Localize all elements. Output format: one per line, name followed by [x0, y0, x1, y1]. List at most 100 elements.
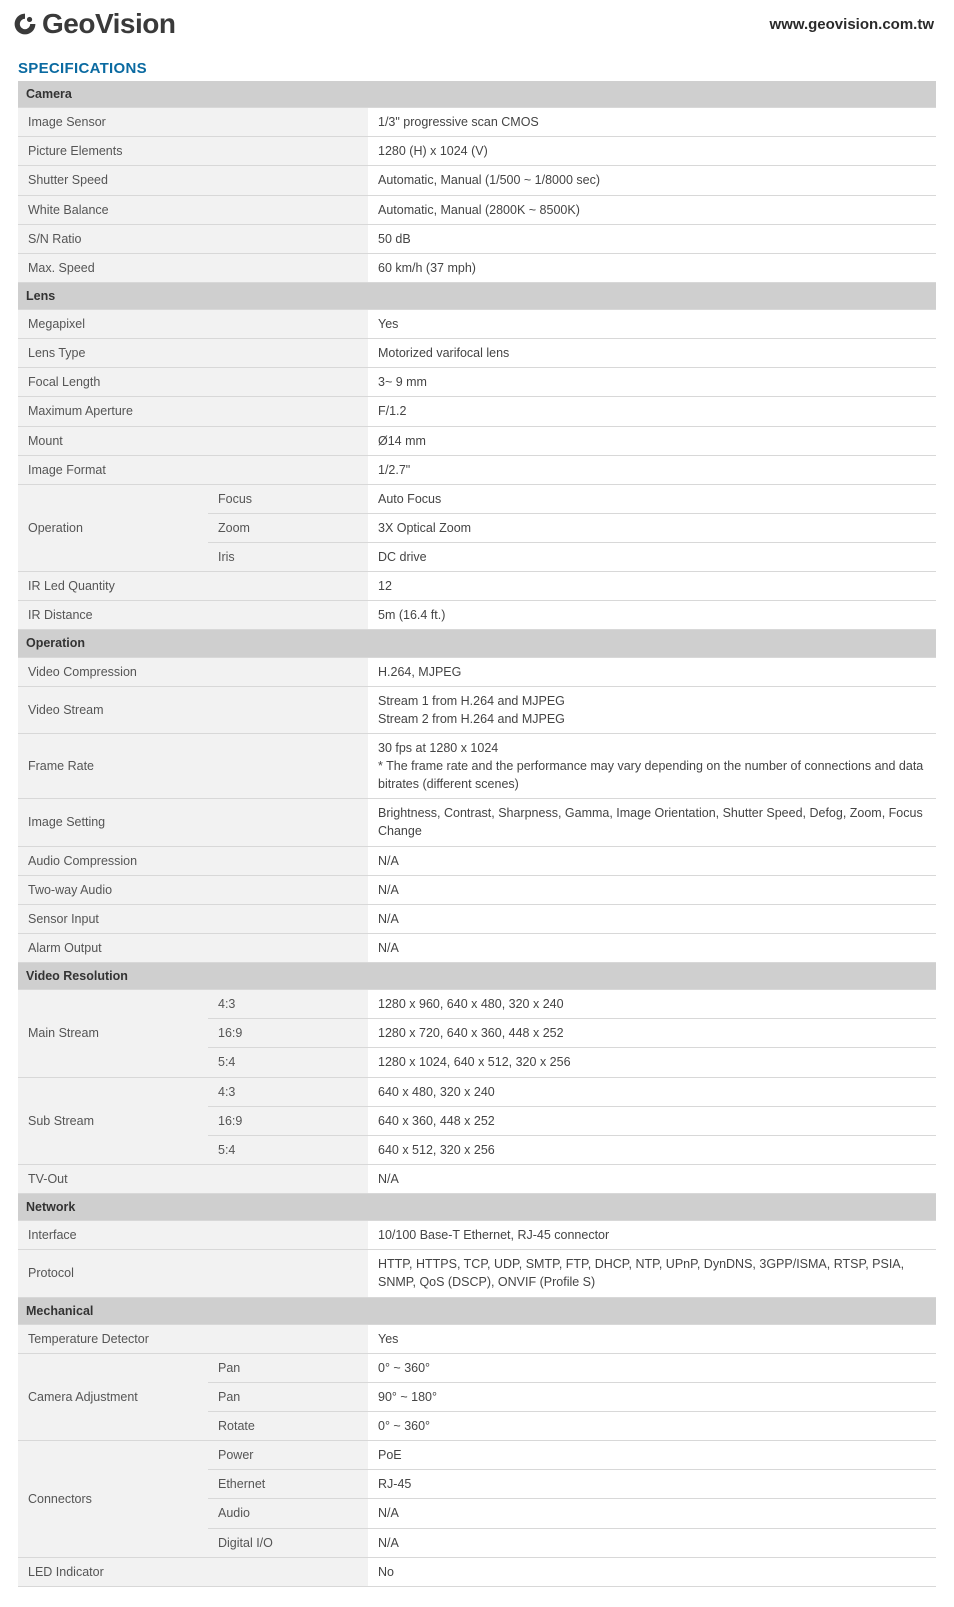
page-header: GeoVision www.geovision.com.tw	[0, 0, 954, 48]
spec-value: N/A	[368, 933, 936, 962]
spec-value: 1280 x 1024, 640 x 512, 320 x 256	[368, 1048, 936, 1077]
brand-logo: GeoVision	[12, 8, 175, 40]
spec-sublabel: 16:9	[208, 1019, 368, 1048]
table-row: Temperature DetectorYes	[18, 1324, 936, 1353]
spec-value: 0° ~ 360°	[368, 1412, 936, 1441]
spec-value: 1280 (H) x 1024 (V)	[368, 137, 936, 166]
spec-value: 90° ~ 180°	[368, 1382, 936, 1411]
spec-value: 5m (16.4 ft.)	[368, 601, 936, 630]
table-row: S/N Ratio50 dB	[18, 224, 936, 253]
spec-sublabel: 16:9	[208, 1106, 368, 1135]
spec-value: N/A	[368, 875, 936, 904]
table-row: Maximum ApertureF/1.2	[18, 397, 936, 426]
spec-value: No	[368, 1557, 936, 1586]
spec-label: Shutter Speed	[18, 166, 368, 195]
spec-value: 0° ~ 360°	[368, 1353, 936, 1382]
spec-label: LED Indicator	[18, 1557, 368, 1586]
table-row: Two-way AudioN/A	[18, 875, 936, 904]
section-lens-label: Lens	[18, 282, 936, 309]
table-row: Max. Speed60 km/h (37 mph)	[18, 253, 936, 282]
table-row: IR Led Quantity12	[18, 572, 936, 601]
spec-value: N/A	[368, 1499, 936, 1528]
spec-label: TV-Out	[18, 1164, 368, 1193]
spec-label: Picture Elements	[18, 137, 368, 166]
spec-label: Focal Length	[18, 368, 368, 397]
table-row: Shutter SpeedAutomatic, Manual (1/500 ~ …	[18, 166, 936, 195]
table-row: Video StreamStream 1 from H.264 and MJPE…	[18, 686, 936, 733]
section-mechanical-label: Mechanical	[18, 1297, 936, 1324]
section-mechanical: Mechanical	[18, 1297, 936, 1324]
spec-value: Automatic, Manual (1/500 ~ 1/8000 sec)	[368, 166, 936, 195]
spec-value: 50 dB	[368, 224, 936, 253]
spec-label: IR Led Quantity	[18, 572, 368, 601]
spec-label: Two-way Audio	[18, 875, 368, 904]
table-row: Camera AdjustmentPan0° ~ 360°	[18, 1353, 936, 1382]
spec-sublabel: Power	[208, 1441, 368, 1470]
spec-value: Yes	[368, 310, 936, 339]
spec-label: Camera Adjustment	[18, 1353, 208, 1440]
spec-label: Audio Compression	[18, 846, 368, 875]
spec-value: 3~ 9 mm	[368, 368, 936, 397]
spec-value: N/A	[368, 904, 936, 933]
spec-label: Mount	[18, 426, 368, 455]
spec-value: Yes	[368, 1324, 936, 1353]
spec-sublabel: Audio	[208, 1499, 368, 1528]
section-network: Network	[18, 1194, 936, 1221]
table-row: Image Sensor1/3" progressive scan CMOS	[18, 108, 936, 137]
spec-value: H.264, MJPEG	[368, 657, 936, 686]
spec-label: Image Sensor	[18, 108, 368, 137]
spec-value: 60 km/h (37 mph)	[368, 253, 936, 282]
spec-sublabel: 5:4	[208, 1135, 368, 1164]
spec-sublabel: Iris	[208, 543, 368, 572]
spec-label: Sub Stream	[18, 1077, 208, 1164]
table-row: White BalanceAutomatic, Manual (2800K ~ …	[18, 195, 936, 224]
section-network-label: Network	[18, 1194, 936, 1221]
spec-value: 640 x 512, 320 x 256	[368, 1135, 936, 1164]
page-body: SPECIFICATIONS Camera Image Sensor1/3" p…	[0, 48, 954, 1607]
spec-label: Interface	[18, 1221, 368, 1250]
section-video-resolution: Video Resolution	[18, 963, 936, 990]
spec-label: Megapixel	[18, 310, 368, 339]
table-row: Sub Stream4:3640 x 480, 320 x 240	[18, 1077, 936, 1106]
spec-label: Maximum Aperture	[18, 397, 368, 426]
spec-label: Video Compression	[18, 657, 368, 686]
spec-sublabel: 4:3	[208, 1077, 368, 1106]
spec-sublabel: Focus	[208, 484, 368, 513]
spec-label: Lens Type	[18, 339, 368, 368]
spec-label: S/N Ratio	[18, 224, 368, 253]
section-operation-label: Operation	[18, 630, 936, 657]
spec-value: 30 fps at 1280 x 1024* The frame rate an…	[368, 733, 936, 798]
table-row: Focal Length3~ 9 mm	[18, 368, 936, 397]
table-row: Picture Elements1280 (H) x 1024 (V)	[18, 137, 936, 166]
spec-sublabel: Ethernet	[208, 1470, 368, 1499]
spec-value: 1280 x 960, 640 x 480, 320 x 240	[368, 990, 936, 1019]
spec-label: Image Setting	[18, 799, 368, 846]
spec-sublabel: Pan	[208, 1353, 368, 1382]
table-row: Audio CompressionN/A	[18, 846, 936, 875]
spec-value: 12	[368, 572, 936, 601]
table-row: Video CompressionH.264, MJPEG	[18, 657, 936, 686]
spec-value: 1280 x 720, 640 x 360, 448 x 252	[368, 1019, 936, 1048]
spec-sublabel: 4:3	[208, 990, 368, 1019]
table-row: ProtocolHTTP, HTTPS, TCP, UDP, SMTP, FTP…	[18, 1250, 936, 1297]
table-row: Lens TypeMotorized varifocal lens	[18, 339, 936, 368]
table-row: OperationFocusAuto Focus	[18, 484, 936, 513]
spec-value: Brightness, Contrast, Sharpness, Gamma, …	[368, 799, 936, 846]
spec-value: Ø14 mm	[368, 426, 936, 455]
spec-table: Camera Image Sensor1/3" progressive scan…	[18, 81, 936, 1587]
table-row: MountØ14 mm	[18, 426, 936, 455]
brand-icon	[12, 11, 38, 37]
spec-label: White Balance	[18, 195, 368, 224]
spec-value: DC drive	[368, 543, 936, 572]
spec-sublabel: Digital I/O	[208, 1528, 368, 1557]
table-row: Sensor InputN/A	[18, 904, 936, 933]
spec-value: Stream 1 from H.264 and MJPEGStream 2 fr…	[368, 686, 936, 733]
spec-value: N/A	[368, 1528, 936, 1557]
table-row: IR Distance5m (16.4 ft.)	[18, 601, 936, 630]
table-row: ConnectorsPowerPoE	[18, 1441, 936, 1470]
table-row: Image SettingBrightness, Contrast, Sharp…	[18, 799, 936, 846]
section-camera: Camera	[18, 81, 936, 108]
page-title: SPECIFICATIONS	[18, 60, 936, 77]
table-row: Interface10/100 Base-T Ethernet, RJ-45 c…	[18, 1221, 936, 1250]
spec-sublabel: Zoom	[208, 513, 368, 542]
